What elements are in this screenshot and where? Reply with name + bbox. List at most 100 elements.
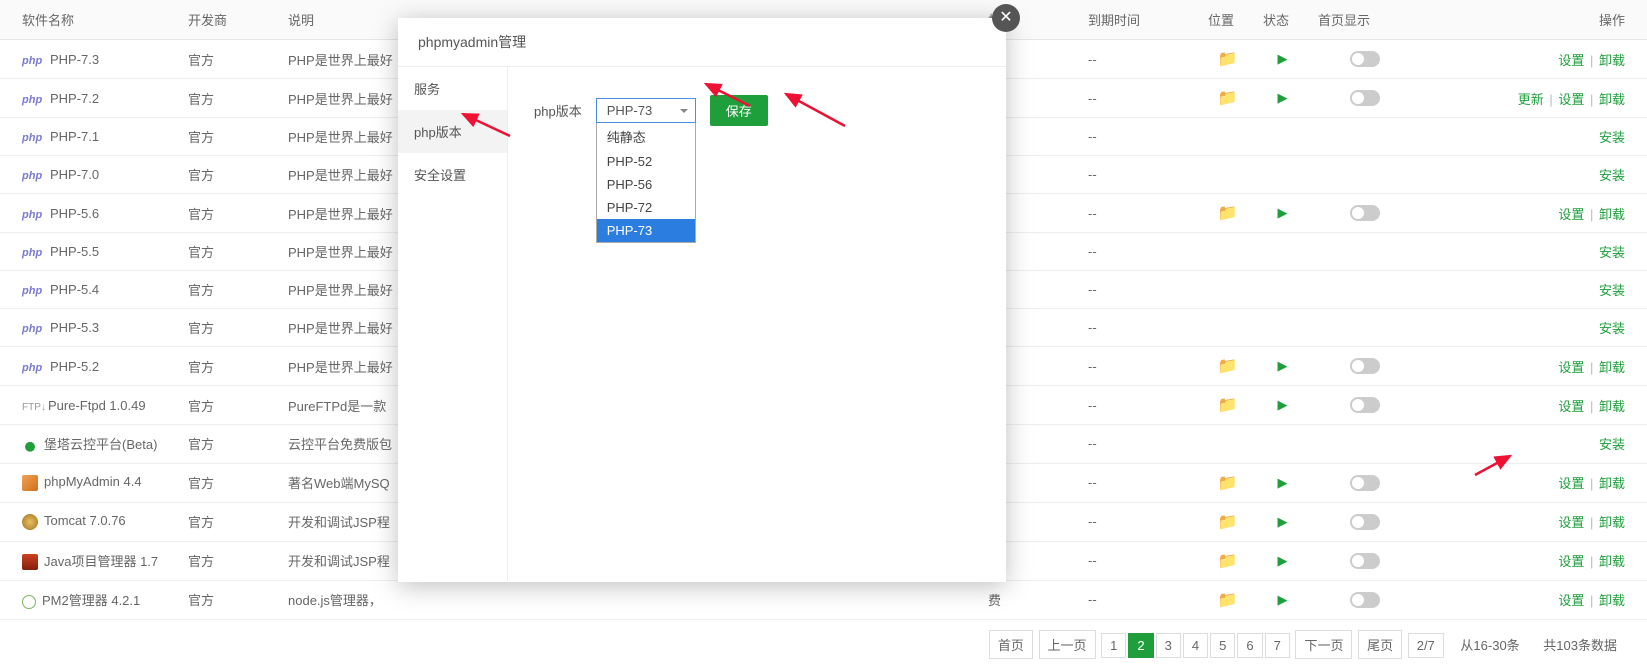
op-link[interactable]: 卸载 — [1599, 92, 1625, 107]
home-toggle[interactable] — [1350, 205, 1380, 221]
play-icon[interactable]: ▶ — [1278, 90, 1288, 105]
folder-icon[interactable]: 📁 — [1218, 51, 1238, 68]
folder-icon[interactable]: 📁 — [1218, 90, 1238, 107]
play-icon[interactable]: ▶ — [1278, 592, 1288, 607]
sidebar-item-service[interactable]: 服务 — [398, 67, 507, 110]
description: node.js管理器， — [288, 593, 382, 608]
software-name[interactable]: PHP-7.3 — [50, 52, 99, 67]
op-link[interactable]: 设置 — [1558, 207, 1584, 222]
play-icon[interactable]: ▶ — [1278, 553, 1288, 568]
pager-page[interactable]: 4 — [1183, 633, 1208, 658]
select-display[interactable]: PHP-73 — [596, 98, 696, 123]
save-button[interactable]: 保存 — [710, 95, 768, 126]
software-name[interactable]: PHP-5.6 — [50, 206, 99, 221]
op-link[interactable]: 卸载 — [1599, 593, 1625, 608]
play-icon[interactable]: ▶ — [1278, 51, 1288, 66]
pager-page[interactable]: 5 — [1210, 633, 1235, 658]
software-name[interactable]: PM2管理器 4.2.1 — [42, 593, 140, 608]
home-toggle[interactable] — [1350, 592, 1380, 608]
folder-icon[interactable]: 📁 — [1218, 514, 1238, 531]
pager-next[interactable]: 下一页 — [1295, 630, 1352, 659]
op-link[interactable]: 设置 — [1558, 554, 1584, 569]
op-link[interactable]: 安装 — [1599, 437, 1625, 452]
op-link[interactable]: 安装 — [1599, 283, 1625, 298]
folder-icon[interactable]: 📁 — [1218, 205, 1238, 222]
close-icon[interactable]: ✕ — [992, 4, 1020, 32]
php-version-select[interactable]: PHP-73 纯静态PHP-52PHP-56PHP-72PHP-73 — [596, 98, 696, 123]
op-link[interactable]: 设置 — [1558, 360, 1584, 375]
play-icon[interactable]: ▶ — [1278, 514, 1288, 529]
home-toggle[interactable] — [1350, 51, 1380, 67]
op-link[interactable]: 卸载 — [1599, 476, 1625, 491]
developer: 官方 — [188, 321, 214, 336]
software-name[interactable]: Tomcat 7.0.76 — [44, 513, 126, 528]
home-toggle[interactable] — [1350, 397, 1380, 413]
op-link[interactable]: 安装 — [1599, 168, 1625, 183]
php-icon: php — [22, 132, 44, 144]
op-link[interactable]: 安装 — [1599, 130, 1625, 145]
op-link[interactable]: 安装 — [1599, 321, 1625, 336]
op-link[interactable]: 卸载 — [1599, 399, 1625, 414]
pager-page[interactable]: 2 — [1128, 633, 1153, 658]
select-option[interactable]: PHP-73 — [597, 219, 695, 242]
home-toggle[interactable] — [1350, 514, 1380, 530]
op-link[interactable]: 设置 — [1558, 92, 1584, 107]
software-name[interactable]: PHP-5.3 — [50, 320, 99, 335]
expire: -- — [1088, 52, 1097, 67]
op-link[interactable]: 卸载 — [1599, 360, 1625, 375]
op-link[interactable]: 卸载 — [1599, 53, 1625, 68]
pager-first[interactable]: 首页 — [989, 630, 1033, 659]
price: 费 — [988, 593, 1001, 608]
pager-page[interactable]: 1 — [1101, 633, 1126, 658]
select-dropdown: 纯静态PHP-52PHP-56PHP-72PHP-73 — [596, 123, 696, 243]
op-link[interactable]: 更新 — [1518, 92, 1544, 107]
op-link[interactable]: 安装 — [1599, 245, 1625, 260]
pager-page[interactable]: 3 — [1156, 633, 1181, 658]
sidebar-item-security[interactable]: 安全设置 — [398, 153, 507, 196]
sidebar-item-phpversion[interactable]: php版本 — [398, 110, 507, 153]
op-link[interactable]: 卸载 — [1599, 515, 1625, 530]
home-toggle[interactable] — [1350, 90, 1380, 106]
play-icon[interactable]: ▶ — [1278, 358, 1288, 373]
play-icon[interactable]: ▶ — [1278, 475, 1288, 490]
select-option[interactable]: 纯静态 — [597, 123, 695, 150]
php-icon: php — [22, 209, 44, 221]
home-toggle[interactable] — [1350, 475, 1380, 491]
folder-icon[interactable]: 📁 — [1218, 358, 1238, 375]
software-name[interactable]: Java项目管理器 1.7 — [44, 554, 158, 569]
folder-icon[interactable]: 📁 — [1218, 592, 1238, 609]
pager-page[interactable]: 6 — [1237, 633, 1262, 658]
php-icon: php — [22, 247, 44, 259]
op-link[interactable]: 设置 — [1558, 399, 1584, 414]
select-option[interactable]: PHP-56 — [597, 173, 695, 196]
op-sep: | — [1586, 476, 1597, 491]
software-name[interactable]: Pure-Ftpd 1.0.49 — [48, 398, 146, 413]
play-icon[interactable]: ▶ — [1278, 205, 1288, 220]
select-option[interactable]: PHP-52 — [597, 150, 695, 173]
pager-prev[interactable]: 上一页 — [1039, 630, 1096, 659]
select-option[interactable]: PHP-72 — [597, 196, 695, 219]
op-link[interactable]: 设置 — [1558, 53, 1584, 68]
software-name[interactable]: PHP-7.0 — [50, 167, 99, 182]
op-link[interactable]: 设置 — [1558, 476, 1584, 491]
folder-icon[interactable]: 📁 — [1218, 475, 1238, 492]
software-name[interactable]: phpMyAdmin 4.4 — [44, 474, 142, 489]
software-name[interactable]: PHP-7.2 — [50, 91, 99, 106]
software-name[interactable]: 堡塔云控平台(Beta) — [44, 437, 157, 452]
play-icon[interactable]: ▶ — [1278, 397, 1288, 412]
op-sep: | — [1546, 92, 1557, 107]
op-link[interactable]: 卸载 — [1599, 554, 1625, 569]
home-toggle[interactable] — [1350, 553, 1380, 569]
software-name[interactable]: PHP-5.2 — [50, 359, 99, 374]
software-name[interactable]: PHP-5.5 — [50, 244, 99, 259]
pager-last[interactable]: 尾页 — [1358, 630, 1402, 659]
folder-icon[interactable]: 📁 — [1218, 553, 1238, 570]
op-link[interactable]: 卸载 — [1599, 207, 1625, 222]
folder-icon[interactable]: 📁 — [1218, 397, 1238, 414]
home-toggle[interactable] — [1350, 358, 1380, 374]
software-name[interactable]: PHP-5.4 — [50, 282, 99, 297]
op-link[interactable]: 设置 — [1558, 593, 1584, 608]
software-name[interactable]: PHP-7.1 — [50, 129, 99, 144]
pager-page[interactable]: 7 — [1265, 633, 1290, 658]
op-link[interactable]: 设置 — [1558, 515, 1584, 530]
